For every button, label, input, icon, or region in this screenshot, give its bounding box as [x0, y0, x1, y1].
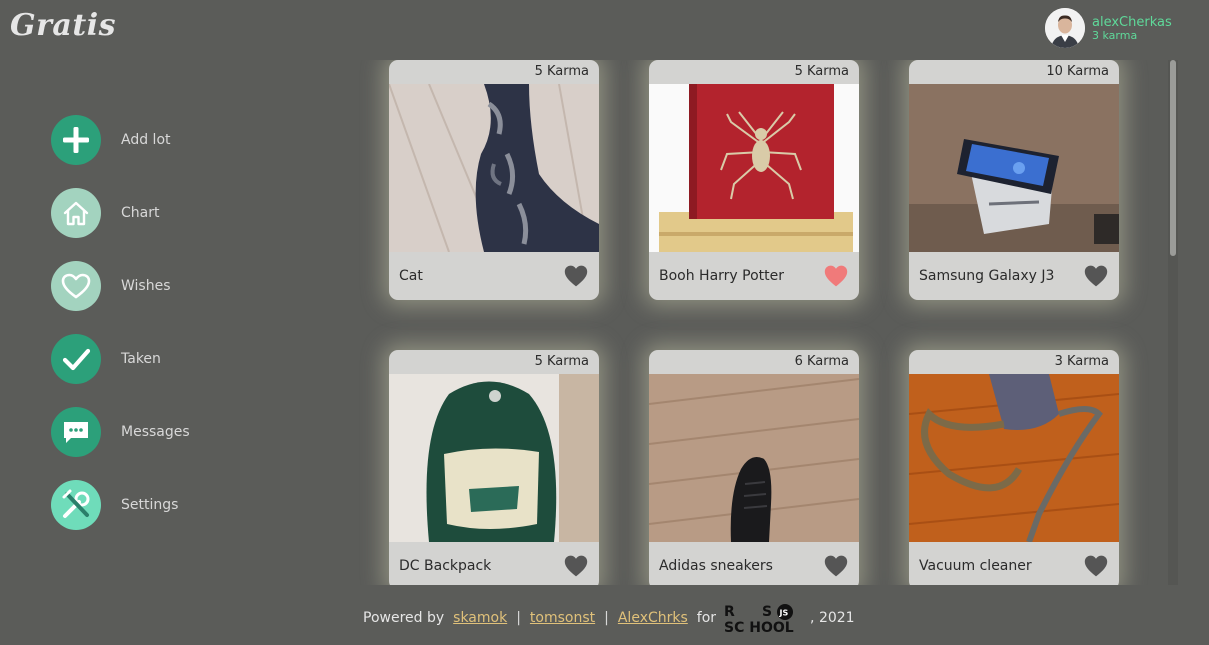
sidebar-item-add-lot[interactable]: Add lot: [51, 115, 190, 165]
lot-image[interactable]: [649, 84, 859, 252]
sidebar-item-messages[interactable]: Messages: [51, 407, 190, 457]
svg-text:SC HOOL: SC HOOL: [724, 620, 794, 633]
lot-image[interactable]: [909, 374, 1119, 542]
lot-image[interactable]: [909, 84, 1119, 252]
sidebar-item-settings[interactable]: Settings: [51, 480, 190, 530]
app-logo[interactable]: Gratis: [10, 8, 116, 43]
lot-card[interactable]: 10 Karma Samsung Galaxy J3: [909, 60, 1119, 300]
footer-for-text: for: [696, 610, 717, 626]
sidebar-nav: Add lot Chart Wishes Taken Messages Sett…: [51, 115, 190, 553]
sidebar-item-chart[interactable]: Chart: [51, 188, 190, 238]
sidebar-item-label: Settings: [121, 497, 179, 513]
lot-karma: 5 Karma: [534, 354, 589, 369]
lot-card[interactable]: 5 Karma Booh Harry Potter: [649, 60, 859, 300]
lot-image[interactable]: [389, 84, 599, 252]
plus-icon[interactable]: [51, 115, 101, 165]
lot-name: Adidas sneakers: [659, 558, 773, 574]
lot-karma: 5 Karma: [534, 64, 589, 79]
author-link-alexchrks[interactable]: AlexChrks: [618, 610, 688, 626]
scrollbar[interactable]: [1168, 60, 1178, 585]
message-icon[interactable]: [51, 407, 101, 457]
scrollbar-thumb[interactable]: [1170, 60, 1176, 256]
lot-name: DC Backpack: [399, 558, 492, 574]
lot-karma: 5 Karma: [794, 64, 849, 79]
lot-image[interactable]: [649, 374, 859, 542]
lot-name: Cat: [399, 268, 423, 284]
lot-karma: 6 Karma: [794, 354, 849, 369]
sidebar-item-label: Wishes: [121, 278, 171, 294]
sidebar-item-label: Chart: [121, 205, 160, 221]
user-profile[interactable]: alexCherkas 3 karma: [1045, 8, 1172, 48]
lot-card[interactable]: 6 Karma Adidas sneakers: [649, 350, 859, 585]
rs-school-logo[interactable]: R S JS SC HOOL: [724, 603, 804, 636]
sidebar-item-taken[interactable]: Taken: [51, 334, 190, 384]
lots-grid: 5 Karma Cat 5 Karma Booh Harry Potter 10…: [359, 60, 1177, 585]
sidebar-item-wishes[interactable]: Wishes: [51, 261, 190, 311]
heart-icon[interactable]: [823, 554, 849, 578]
heart-icon[interactable]: [563, 264, 589, 288]
author-link-tomsonst[interactable]: tomsonst: [530, 610, 595, 626]
heart-icon[interactable]: [1083, 554, 1109, 578]
heart-icon[interactable]: [1083, 264, 1109, 288]
tools-icon[interactable]: [51, 480, 101, 530]
avatar[interactable]: [1045, 8, 1085, 48]
footer-separator: |: [604, 610, 609, 626]
sidebar-item-label: Add lot: [121, 132, 171, 148]
heart-icon[interactable]: [563, 554, 589, 578]
author-link-skamok[interactable]: skamok: [453, 610, 507, 626]
heart-outline-icon[interactable]: [51, 261, 101, 311]
lot-name: Samsung Galaxy J3: [919, 268, 1055, 284]
lot-name: Booh Harry Potter: [659, 268, 785, 284]
lot-card[interactable]: 3 Karma Vacuum cleaner: [909, 350, 1119, 585]
user-name[interactable]: alexCherkas: [1092, 16, 1172, 29]
svg-text:S: S: [762, 604, 772, 620]
lot-karma: 3 Karma: [1054, 354, 1109, 369]
lot-name: Vacuum cleaner: [919, 558, 1032, 574]
svg-text:JS: JS: [779, 609, 789, 618]
footer: Powered by skamok | tomsonst | AlexChrks…: [363, 603, 855, 636]
lot-card[interactable]: 5 Karma Cat: [389, 60, 599, 300]
user-karma: 3 karma: [1092, 28, 1138, 42]
sidebar-item-label: Messages: [121, 424, 190, 440]
svg-text:R: R: [724, 604, 735, 620]
footer-separator: |: [516, 610, 521, 626]
lot-card[interactable]: 5 Karma DC Backpack: [389, 350, 599, 585]
heart-icon[interactable]: [823, 264, 849, 288]
check-icon[interactable]: [51, 334, 101, 384]
footer-year: , 2021: [810, 610, 855, 626]
sidebar-item-label: Taken: [121, 351, 161, 367]
footer-powered-text: Powered by: [363, 610, 445, 626]
lot-image[interactable]: [389, 374, 599, 542]
lot-karma: 10 Karma: [1046, 64, 1109, 79]
home-icon[interactable]: [51, 188, 101, 238]
